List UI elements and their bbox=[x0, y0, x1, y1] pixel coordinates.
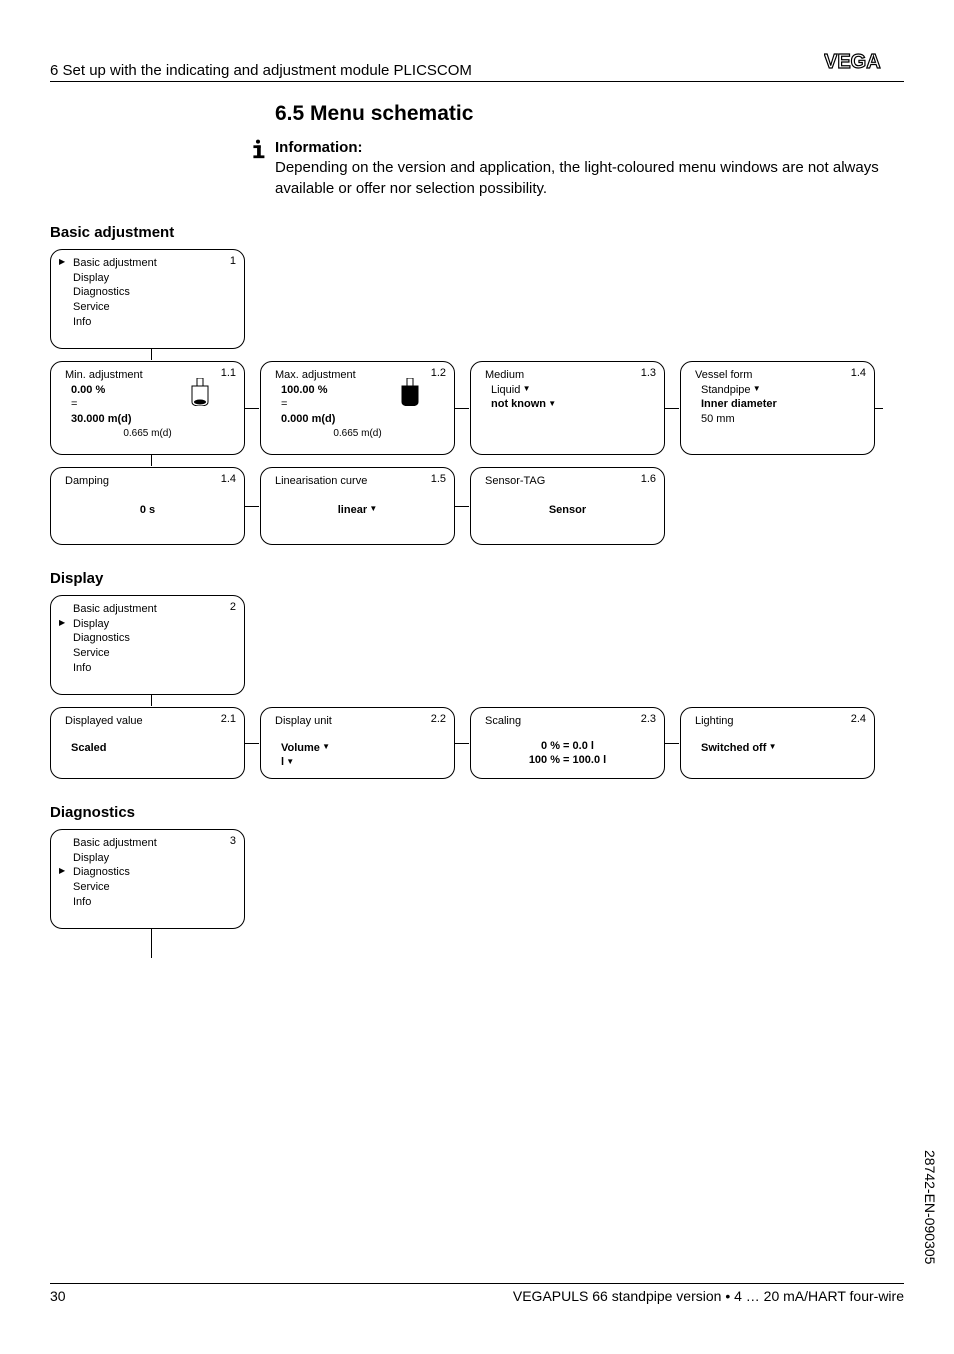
menu-item[interactable]: Diagnostics bbox=[59, 865, 236, 880]
display-main-menu: 2 Basic adjustment Display Diagnostics S… bbox=[50, 595, 245, 695]
diagnostics-main-menu: 3 Basic adjustment Display Diagnostics S… bbox=[50, 829, 245, 929]
diagnostics-heading: Diagnostics bbox=[50, 804, 904, 821]
menu-item[interactable]: Basic adjustment bbox=[59, 602, 236, 617]
displayed-value-box[interactable]: 2.1 Displayed value Scaled bbox=[50, 707, 245, 779]
info-text: Depending on the version and application… bbox=[275, 159, 879, 196]
menu-item[interactable]: Basic adjustment bbox=[59, 256, 236, 271]
medium-value-dropdown[interactable]: not known bbox=[491, 397, 556, 412]
unit-dropdown[interactable]: l bbox=[281, 755, 294, 770]
min-adjustment-box[interactable]: 1.1 Min. adjustment 0.00 % = 30.000 m(d)… bbox=[50, 361, 245, 455]
max-adjustment-box[interactable]: 1.2 Max. adjustment 100.00 % = 0.000 m(d… bbox=[260, 361, 455, 455]
document-id: 28742-EN-090305 bbox=[922, 1150, 938, 1264]
menu-item[interactable]: Diagnostics bbox=[59, 631, 236, 646]
page-number: 30 bbox=[50, 1288, 66, 1304]
vega-logo: VEGA bbox=[824, 50, 904, 79]
menu-item[interactable]: Display bbox=[59, 271, 236, 286]
basic-main-menu: 1 Basic adjustment Display Diagnostics S… bbox=[50, 249, 245, 349]
product-footer: VEGAPULS 66 standpipe version • 4 … 20 m… bbox=[513, 1288, 904, 1304]
lighting-box[interactable]: 2.4 Lighting Switched off bbox=[680, 707, 875, 779]
info-label: Information: bbox=[275, 139, 363, 156]
menu-item[interactable]: Display bbox=[59, 851, 236, 866]
vessel-dropdown[interactable]: Standpipe bbox=[701, 383, 761, 398]
menu-item[interactable]: Service bbox=[59, 646, 236, 661]
chapter-header: 6 Set up with the indicating and adjustm… bbox=[50, 62, 472, 79]
unit-type-dropdown[interactable]: Volume bbox=[281, 741, 330, 756]
linearisation-box[interactable]: 1.5 Linearisation curve linear bbox=[260, 467, 455, 545]
vessel-form-box[interactable]: 1.4 Vessel form Standpipe Inner diameter… bbox=[680, 361, 875, 455]
medium-box[interactable]: 1.3 Medium Liquid not known bbox=[470, 361, 665, 455]
menu-item[interactable]: Service bbox=[59, 880, 236, 895]
menu-item[interactable]: Info bbox=[59, 315, 236, 330]
menu-item[interactable]: Display bbox=[59, 617, 236, 632]
section-title: 6.5 Menu schematic bbox=[275, 102, 904, 126]
svg-text:VEGA: VEGA bbox=[824, 51, 881, 73]
tank-empty-icon bbox=[188, 378, 212, 411]
basic-heading: Basic adjustment bbox=[50, 224, 904, 241]
tank-full-icon bbox=[398, 378, 422, 411]
menu-item[interactable]: Diagnostics bbox=[59, 285, 236, 300]
lighting-dropdown[interactable]: Switched off bbox=[701, 741, 777, 756]
menu-item[interactable]: Info bbox=[59, 661, 236, 676]
damping-box[interactable]: 1.4 Damping 0 s bbox=[50, 467, 245, 545]
linearisation-dropdown[interactable]: linear bbox=[338, 503, 378, 518]
menu-item[interactable]: Service bbox=[59, 300, 236, 315]
display-unit-box[interactable]: 2.2 Display unit Volume l bbox=[260, 707, 455, 779]
menu-item[interactable]: Info bbox=[59, 895, 236, 910]
scaling-box[interactable]: 2.3 Scaling 0 % = 0.0 l 100 % = 100.0 l bbox=[470, 707, 665, 779]
menu-item[interactable]: Basic adjustment bbox=[59, 836, 236, 851]
display-heading: Display bbox=[50, 570, 904, 587]
info-icon bbox=[240, 138, 275, 199]
sensor-tag-box[interactable]: 1.6 Sensor-TAG Sensor bbox=[470, 467, 665, 545]
medium-dropdown[interactable]: Liquid bbox=[491, 383, 531, 398]
